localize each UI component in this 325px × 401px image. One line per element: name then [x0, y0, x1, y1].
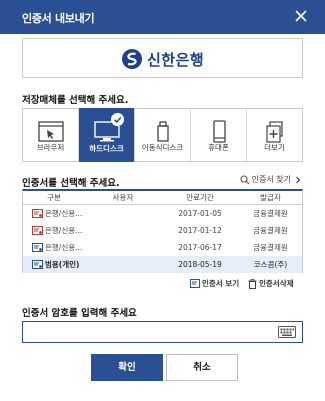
- media-item-removable-disk[interactable]: 이동식디스크: [135, 109, 191, 161]
- cert-user: [85, 256, 161, 273]
- shinhan-logo-icon: [122, 49, 142, 69]
- col-type: 구분: [47, 193, 61, 202]
- cert-find-link[interactable]: 인증서 찾기: [240, 174, 302, 185]
- password-heading: 인증서 암호를 입력해 주세요: [22, 308, 137, 319]
- col-expiry: 만료기간: [186, 193, 214, 202]
- password-field: [22, 321, 303, 343]
- media-item-browser[interactable]: 브라우저: [23, 109, 79, 161]
- col-issuer: 발급자: [260, 193, 281, 202]
- cert-view-button[interactable]: 인증서 보기: [190, 278, 239, 289]
- cancel-button[interactable]: 취소: [166, 354, 238, 381]
- media-item-more[interactable]: 더보기: [247, 109, 302, 161]
- chevron-right-icon: [296, 176, 301, 183]
- cert-issuer: 금융결제원: [253, 243, 288, 252]
- cert-user: [85, 222, 161, 239]
- cert-user: [85, 239, 161, 256]
- media-label: 브라우저: [36, 143, 65, 152]
- media-label: 더보기: [264, 143, 285, 152]
- expired-cert-icon: [32, 209, 43, 218]
- cert-table-header: 구분 사용자 만료기간 발급자: [23, 191, 302, 205]
- col-user: 사용자: [112, 193, 134, 202]
- cert-view-icon: [190, 279, 200, 288]
- cert-user: [85, 205, 161, 222]
- check-icon: [111, 113, 124, 126]
- cert-icon: [32, 243, 43, 252]
- search-icon: [240, 174, 250, 184]
- media-label: 하드디스크: [89, 144, 124, 153]
- keyboard-icon[interactable]: [278, 326, 296, 338]
- cert-find-label: 인증서 찾기: [251, 175, 291, 184]
- cert-issuer: 코스콤(주): [253, 260, 288, 269]
- trash-icon: [248, 278, 257, 289]
- cert-icon: [32, 260, 43, 269]
- bank-logo-panel: 신한은행: [22, 38, 303, 78]
- bank-logo: 신한은행: [121, 46, 204, 72]
- table-row[interactable]: 은행/신용... 2017-01-12 금융결제원: [23, 222, 302, 239]
- cert-type: 범용(개인): [45, 260, 80, 269]
- window-title: 인증서 내보내기: [22, 12, 95, 25]
- cert-delete-label: 인증서삭제: [259, 279, 294, 288]
- cert-expiry: 2018-05-19: [178, 260, 222, 269]
- table-row-selected[interactable]: 범용(개인) 2018-05-19 코스콤(주): [23, 256, 302, 273]
- media-item-phone[interactable]: 휴대폰: [191, 109, 247, 161]
- table-row[interactable]: 은행/신용... 2017-01-05 금융결제원: [23, 205, 302, 222]
- cert-heading: 인증서를 선택해 주세요.: [22, 178, 120, 189]
- media-label: 휴대폰: [208, 143, 229, 152]
- media-item-hard-disk[interactable]: 하드디스크: [79, 108, 135, 162]
- cert-issuer: 금융결제원: [253, 209, 288, 218]
- media-label: 이동식디스크: [141, 143, 184, 152]
- cert-expiry: 2017-01-05: [178, 209, 222, 218]
- cert-type: 은행/신용...: [45, 209, 83, 218]
- cert-type: 은행/신용...: [45, 226, 83, 235]
- password-input[interactable]: [23, 322, 263, 342]
- close-icon[interactable]: [293, 8, 309, 24]
- cert-table: 구분 사용자 만료기간 발급자 은행/신용... 2017-01-05 금융결제…: [22, 189, 303, 273]
- bank-name: 신한은행: [147, 50, 205, 69]
- cert-type: 은행/신용...: [45, 243, 83, 252]
- cert-expiry: 2017-01-12: [178, 226, 222, 235]
- cert-delete-button[interactable]: 인증서삭제: [248, 278, 294, 289]
- expired-cert-icon: [32, 226, 43, 235]
- table-row[interactable]: 은행/신용... 2017-06-17 금융결제원: [23, 239, 302, 256]
- media-heading: 저장매체를 선택해 주세요.: [22, 95, 129, 106]
- cert-issuer: 금융결제원: [253, 226, 288, 235]
- ok-button[interactable]: 확인: [91, 354, 163, 381]
- title-bar: 인증서 내보내기: [0, 0, 325, 34]
- cert-expiry: 2017-06-17: [178, 243, 222, 252]
- media-selector: 브라우저 하드디스크 이동식디스크 휴대폰 더보기: [22, 108, 303, 162]
- cert-view-label: 인증서 보기: [202, 279, 240, 288]
